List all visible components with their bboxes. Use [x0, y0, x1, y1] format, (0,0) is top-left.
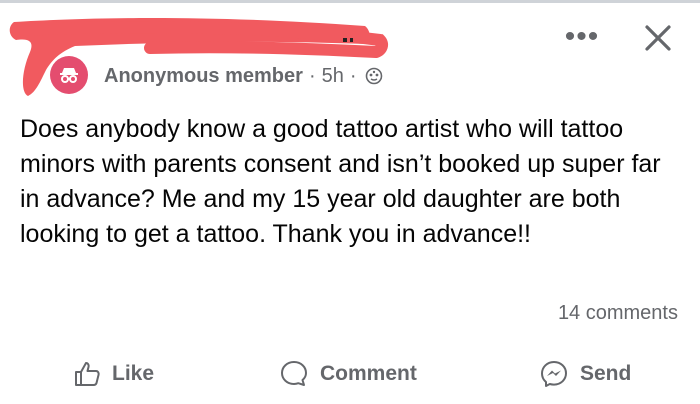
- avatar[interactable]: [50, 56, 88, 94]
- messenger-icon: [541, 361, 567, 387]
- globe-icon: [365, 67, 383, 85]
- more-options-button[interactable]: •••: [560, 22, 604, 52]
- comment-button[interactable]: Comment: [278, 352, 417, 396]
- thumbs-up-icon: [75, 362, 100, 386]
- post-body: Does anybody know a good tattoo artist w…: [20, 115, 661, 248]
- meta-separator: ·: [308, 64, 316, 87]
- action-bar: Like Comment Send: [0, 352, 700, 396]
- post-meta: Anonymous member · 5h ·: [104, 62, 383, 90]
- anonymous-icon: [60, 68, 78, 83]
- close-icon: [645, 25, 671, 51]
- author-name[interactable]: Anonymous member: [104, 65, 303, 88]
- more-icon: •••: [564, 20, 600, 53]
- comments-count[interactable]: 14 comments: [558, 302, 678, 325]
- comment-label: Comment: [320, 362, 417, 385]
- send-label: Send: [580, 362, 632, 385]
- post-time[interactable]: 5h: [322, 65, 344, 88]
- meta-separator: ·: [349, 64, 357, 87]
- close-button[interactable]: [636, 16, 680, 60]
- like-button[interactable]: Like: [72, 352, 154, 396]
- send-button[interactable]: Send: [538, 352, 631, 396]
- like-label: Like: [112, 362, 155, 385]
- comment-icon: [281, 361, 307, 386]
- redaction-scribble: [9, 18, 389, 96]
